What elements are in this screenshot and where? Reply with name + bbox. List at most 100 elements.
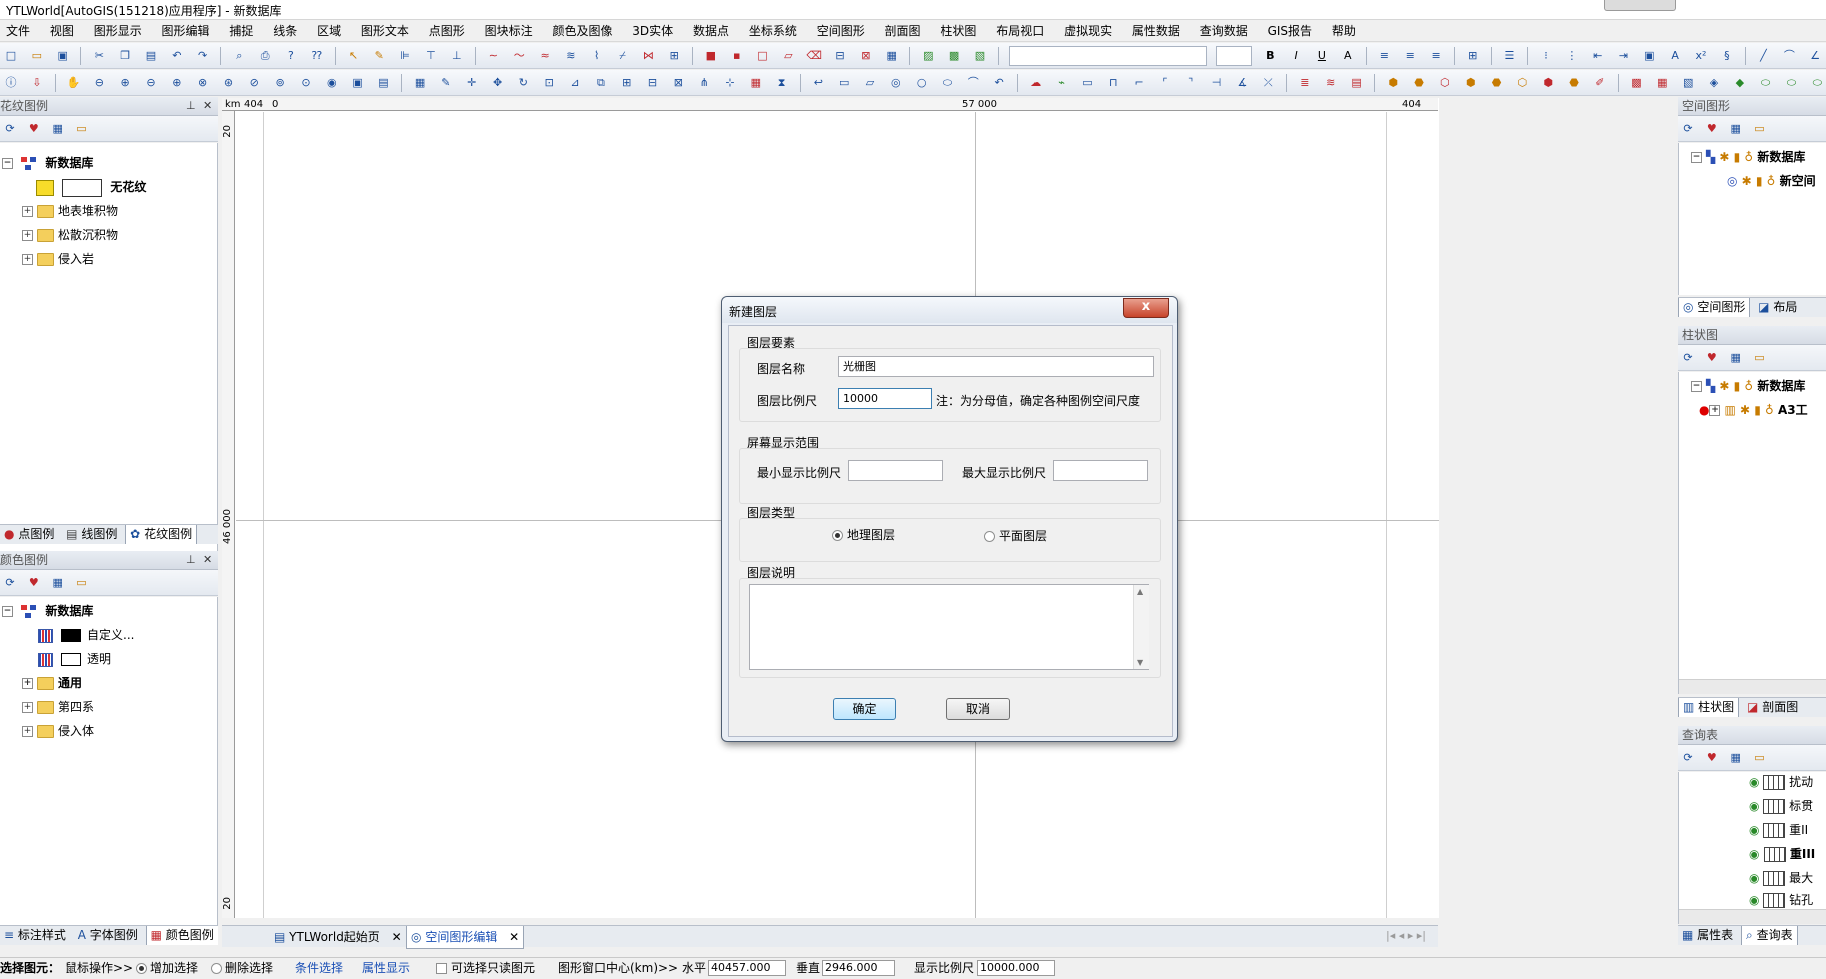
properties-icon[interactable]: ▦ bbox=[1728, 750, 1744, 766]
expand-icon[interactable]: + bbox=[22, 206, 33, 217]
image-icon[interactable]: ▣ bbox=[1640, 47, 1658, 65]
menu-color-image[interactable]: 颜色及图像 bbox=[544, 20, 620, 42]
menu-layout-viewport[interactable]: 布局视口 bbox=[988, 20, 1052, 42]
max-scale-input[interactable] bbox=[1053, 460, 1148, 481]
arc-reverse-icon[interactable]: ↶ bbox=[990, 74, 1008, 92]
menu-spatial-graphic[interactable]: 空间图形 bbox=[809, 20, 873, 42]
menu-data-points[interactable]: 数据点 bbox=[685, 20, 737, 42]
brush-icon[interactable]: ✐ bbox=[1591, 74, 1609, 92]
tree-folder-item[interactable]: + 地表堆积物 bbox=[22, 201, 118, 221]
menu-point-graphic[interactable]: 点图形 bbox=[421, 20, 473, 42]
tree-child[interactable]: ◎ ✱ ▮ ♁ 新空间 bbox=[1727, 171, 1816, 191]
text-style-icon[interactable]: A bbox=[1666, 47, 1684, 65]
break-icon[interactable]: ⋈ bbox=[639, 47, 657, 65]
rotate-icon[interactable]: ↻ bbox=[514, 74, 532, 92]
ungroup-icon[interactable]: ⊠ bbox=[669, 74, 687, 92]
layer-new-icon[interactable]: ▧ bbox=[971, 47, 989, 65]
tab-pattern-legend[interactable]: ✿ 花纹图例 bbox=[125, 525, 198, 544]
sym-1-icon[interactable]: ⬢ bbox=[1384, 74, 1402, 92]
expand-icon[interactable]: + bbox=[22, 702, 33, 713]
tree-folder-item[interactable]: + 侵入体 bbox=[22, 721, 94, 741]
italic-icon[interactable]: I bbox=[1287, 47, 1305, 65]
dim-cross-icon[interactable]: ⤫ bbox=[1259, 74, 1277, 92]
menu-snap[interactable]: 捕捉 bbox=[221, 20, 261, 42]
radio-remove-select[interactable]: 删除选择 bbox=[211, 958, 273, 979]
tab-font-legend[interactable]: A 字体图例 bbox=[74, 926, 142, 945]
collapse-icon[interactable]: − bbox=[2, 158, 13, 169]
tree-root[interactable]: − 新数据库 bbox=[2, 601, 93, 621]
refresh-icon[interactable]: ⟳ bbox=[1680, 750, 1696, 766]
pattern-4-icon[interactable]: ◈ bbox=[1705, 74, 1723, 92]
align-top-icon[interactable]: ⊤ bbox=[422, 47, 440, 65]
menu-gis-report[interactable]: GIS报告 bbox=[1260, 20, 1320, 42]
info-icon[interactable]: ⓘ bbox=[2, 74, 20, 92]
ok-button[interactable]: 确定 bbox=[833, 698, 896, 720]
font-color-icon[interactable]: A bbox=[1339, 47, 1357, 65]
favorite-icon[interactable]: ♥ bbox=[1704, 121, 1720, 137]
tab-point-legend[interactable]: ● 点图例 bbox=[0, 525, 58, 544]
folder-icon[interactable]: ▭ bbox=[73, 575, 89, 591]
properties-icon[interactable]: ▦ bbox=[50, 575, 66, 591]
layer-description-textarea[interactable] bbox=[749, 584, 1149, 670]
zoom-in-icon[interactable]: ⊕ bbox=[116, 74, 134, 92]
menu-graphic-display[interactable]: 图形显示 bbox=[86, 20, 150, 42]
menu-view[interactable]: 视图 bbox=[42, 20, 82, 42]
layer-stack-icon[interactable]: ≣ bbox=[1296, 74, 1314, 92]
tab-query-table[interactable]: ⌕ 查询表 bbox=[1741, 926, 1798, 945]
point-icon[interactable]: ■ bbox=[702, 47, 720, 65]
layer-fill-icon[interactable]: ▤ bbox=[1348, 74, 1366, 92]
folder-icon[interactable]: ▭ bbox=[1751, 750, 1767, 766]
close-icon[interactable]: x bbox=[1123, 298, 1169, 318]
zoom-all-icon[interactable]: ⊛ bbox=[219, 74, 237, 92]
color-item[interactable]: 透明 bbox=[38, 649, 111, 669]
insert-icon[interactable]: ⊟ bbox=[831, 47, 849, 65]
favorite-icon[interactable]: ♥ bbox=[1704, 350, 1720, 366]
superscript-icon[interactable]: x² bbox=[1692, 47, 1710, 65]
freehand-icon[interactable]: ≈ bbox=[536, 47, 554, 65]
dialog-title-bar[interactable]: 新建图层 x bbox=[722, 297, 1177, 323]
redraw-icon[interactable]: ▤ bbox=[374, 74, 392, 92]
outdent-icon[interactable]: ⇤ bbox=[1589, 47, 1607, 65]
tab-column-chart[interactable]: ▥ 柱状图 bbox=[1678, 698, 1740, 717]
numbered-list-icon[interactable]: ⋮ bbox=[1563, 47, 1581, 65]
rect-select-icon[interactable]: □ bbox=[754, 47, 772, 65]
download-icon[interactable]: ⇩ bbox=[28, 74, 46, 92]
horizontal-input[interactable]: 40457.000 bbox=[708, 960, 786, 976]
angle-icon[interactable]: ∠ bbox=[1806, 47, 1824, 65]
zoom-center-icon[interactable]: ⊙ bbox=[297, 74, 315, 92]
print-icon[interactable]: ⎙ bbox=[256, 47, 274, 65]
menu-attribute-data[interactable]: 属性数据 bbox=[1124, 20, 1188, 42]
paste-icon[interactable]: ▤ bbox=[142, 47, 160, 65]
vertical-input[interactable]: 2946.000 bbox=[822, 960, 895, 976]
menu-graphic-edit[interactable]: 图形编辑 bbox=[154, 20, 218, 42]
attribute-display-link[interactable]: 属性显示 bbox=[362, 958, 410, 979]
tree-folder-item[interactable]: + 松散沉积物 bbox=[22, 225, 118, 245]
return-icon[interactable]: ↩ bbox=[809, 74, 827, 92]
zoom-previous-icon[interactable]: ⊗ bbox=[194, 74, 212, 92]
query-item[interactable]: ◉ 重III bbox=[1749, 844, 1815, 864]
menu-3d-solid[interactable]: 3D实体 bbox=[624, 20, 681, 42]
border-icon[interactable]: ⊞ bbox=[1464, 47, 1482, 65]
copy-icon[interactable]: ❐ bbox=[116, 47, 134, 65]
zoom-window-icon[interactable]: ⊕ bbox=[168, 74, 186, 92]
pattern-6-icon[interactable]: ⬭ bbox=[1757, 74, 1775, 92]
pattern-7-icon[interactable]: ⬭ bbox=[1782, 74, 1800, 92]
new-file-icon[interactable]: □ bbox=[2, 47, 20, 65]
dim-angle-icon[interactable]: ∡ bbox=[1233, 74, 1251, 92]
curve-icon[interactable]: 〜 bbox=[510, 47, 528, 65]
open-folder-icon[interactable]: ▭ bbox=[28, 47, 46, 65]
layer-edit-icon[interactable]: ▩ bbox=[945, 47, 963, 65]
radio-plane-layer[interactable]: 平面图层 bbox=[984, 527, 1047, 544]
bold-icon[interactable]: B bbox=[1261, 47, 1279, 65]
edit-node-icon[interactable]: ✎ bbox=[370, 47, 388, 65]
menu-block-label[interactable]: 图块标注 bbox=[477, 20, 541, 42]
tab-spatial-edit[interactable]: ◎ 空间图形编辑 ✕ bbox=[406, 926, 525, 949]
sym-7-icon[interactable]: ⬢ bbox=[1539, 74, 1557, 92]
indent-icon[interactable]: ⇥ bbox=[1615, 47, 1633, 65]
pencil-icon[interactable]: ✎ bbox=[437, 74, 455, 92]
explode-icon[interactable]: ⊹ bbox=[721, 74, 739, 92]
hatch-icon[interactable]: ▦ bbox=[747, 74, 765, 92]
context-help-icon[interactable]: ⁇ bbox=[308, 47, 326, 65]
layer-color-icon[interactable]: ≋ bbox=[1322, 74, 1340, 92]
cut-icon[interactable]: ✂ bbox=[90, 47, 108, 65]
